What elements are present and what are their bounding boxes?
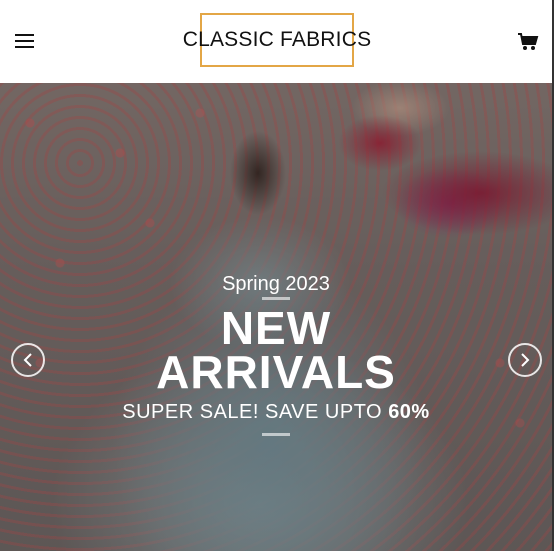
hero-divider-top [262,297,290,300]
slider-prev-button[interactable] [11,343,45,377]
cart-icon [518,33,539,50]
hero-subtitle: SUPER SALE! SAVE UPTO 60% [0,401,552,424]
hero-eyebrow: Spring 2023 [222,273,330,295]
chevron-right-icon [521,353,530,367]
hamburger-icon-bar [15,46,34,48]
slider-next-button[interactable] [508,343,542,377]
hero-divider-bottom [262,433,290,436]
hero-title-line2: ARRIVALS [156,346,396,398]
site-header: CLASSIC FABRICS [0,0,554,83]
hero-subtitle-highlight: 60% [388,401,430,423]
cart-button[interactable] [517,33,539,51]
hamburger-icon-bar [15,40,34,42]
hamburger-icon [15,34,34,36]
brand-name: CLASSIC FABRICS [182,28,372,51]
brand-logo[interactable]: CLASSIC FABRICS [183,13,371,67]
hero-title-line1: NEW [220,302,332,354]
hero-subtitle-prefix: SUPER SALE! SAVE UPTO [122,401,383,423]
hero-title: NEW ARRIVALS [0,302,552,398]
hero-banner: Spring 2023 NEW ARRIVALS SUPER SALE! SAV… [0,83,554,551]
chevron-left-icon [23,353,32,367]
hamburger-menu-button[interactable] [15,34,35,50]
hero-content: Spring 2023 NEW ARRIVALS SUPER SALE! SAV… [0,83,552,551]
